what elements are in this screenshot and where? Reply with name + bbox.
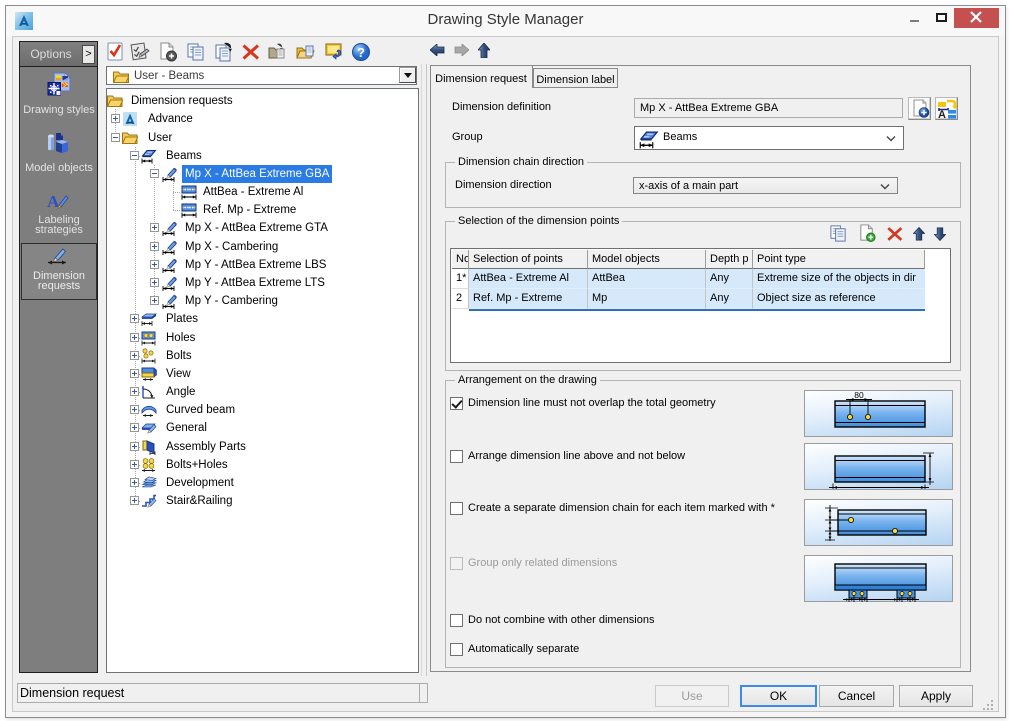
svg-text:?: ? (357, 45, 365, 60)
svg-text:80: 80 (854, 391, 864, 400)
svg-text:A: A (938, 109, 946, 119)
